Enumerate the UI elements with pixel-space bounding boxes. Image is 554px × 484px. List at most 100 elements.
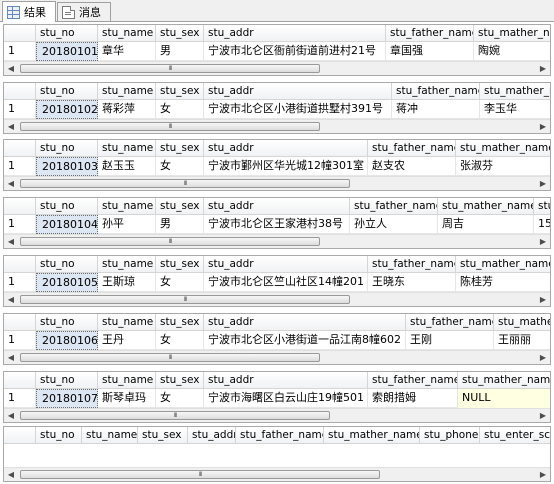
cell-stu-father-name[interactable]: 索朗措姆 bbox=[368, 389, 458, 408]
table-row[interactable]: 1 20180103 赵玉玉 女 宁波市鄞州区华光城12幢301室 赵支农 张淑… bbox=[4, 157, 550, 176]
cell-stu-no[interactable]: 20180102 bbox=[36, 100, 98, 119]
cell-stu-mather-name[interactable]: 李玉华 bbox=[480, 100, 550, 119]
cell-stu-no[interactable]: 20180105 bbox=[36, 273, 98, 292]
column-header[interactable]: stu_father_name bbox=[368, 140, 456, 157]
scroll-left-icon[interactable]: ◀ bbox=[4, 351, 18, 364]
cell-stu-addr[interactable]: 宁波市北仑区王家港村38号 bbox=[204, 215, 350, 234]
cell-stu-name[interactable]: 赵玉玉 bbox=[98, 157, 156, 176]
column-header[interactable]: stu_no bbox=[36, 372, 98, 389]
cell-stu-father-name[interactable]: 蒋冲 bbox=[392, 100, 480, 119]
scroll-right-icon[interactable]: ▶ bbox=[536, 293, 550, 306]
column-header[interactable]: stu_name bbox=[98, 198, 156, 215]
cell-stu-sex[interactable]: 女 bbox=[156, 157, 204, 176]
horizontal-scrollbar[interactable]: ◀ III ▶ bbox=[4, 234, 550, 248]
scroll-thumb[interactable]: III bbox=[20, 179, 350, 188]
cell-stu-mather-name[interactable]: 王丽丽 bbox=[494, 331, 550, 350]
column-header[interactable]: stu_enter_score bbox=[480, 427, 550, 444]
column-header[interactable]: stu_sex bbox=[156, 25, 204, 42]
column-header[interactable]: stu_mather_name bbox=[458, 372, 550, 389]
cell-stu-father-name[interactable]: 章国强 bbox=[386, 42, 474, 61]
column-header[interactable]: stu_addr bbox=[188, 427, 236, 444]
column-header[interactable]: stu_mather_name bbox=[324, 427, 420, 444]
cell-stu-mather-name[interactable]: 周吉 bbox=[438, 215, 534, 234]
scroll-left-icon[interactable]: ◀ bbox=[4, 293, 18, 306]
column-header[interactable]: stu_no bbox=[36, 314, 98, 331]
cell-stu-addr[interactable]: 宁波市北仑区小港街道拱墅村391号 bbox=[204, 100, 392, 119]
column-header[interactable]: stu_name bbox=[98, 140, 156, 157]
column-header[interactable]: stu_father_name bbox=[406, 314, 494, 331]
scroll-left-icon[interactable]: ◀ bbox=[4, 62, 18, 75]
result-grid-1[interactable]: stu_no stu_name stu_sex stu_addr stu_fat… bbox=[3, 24, 551, 76]
column-header[interactable]: stu_father_name bbox=[386, 25, 474, 42]
column-header[interactable]: stu_name bbox=[98, 83, 156, 100]
cell-stu-mather-name-null[interactable]: NULL bbox=[458, 389, 550, 408]
tab-results[interactable]: 结果 bbox=[2, 1, 56, 22]
column-header[interactable]: stu_father_name bbox=[368, 372, 458, 389]
scroll-right-icon[interactable]: ▶ bbox=[536, 468, 550, 481]
scroll-left-icon[interactable]: ◀ bbox=[4, 120, 18, 133]
cell-stu-sex[interactable]: 女 bbox=[156, 100, 204, 119]
column-header[interactable]: stu_sex bbox=[156, 256, 204, 273]
column-header[interactable]: stu_addr bbox=[204, 25, 386, 42]
column-header[interactable]: stu_addr bbox=[204, 256, 368, 273]
column-header[interactable]: stu_sex bbox=[156, 372, 204, 389]
result-grid-2[interactable]: stu_no stu_name stu_sex stu_addr stu_fat… bbox=[3, 82, 551, 134]
column-header[interactable]: stu_no bbox=[36, 198, 98, 215]
column-header[interactable]: stu_mather_name bbox=[456, 140, 550, 157]
horizontal-scrollbar[interactable]: ◀ III ▶ bbox=[4, 292, 550, 306]
horizontal-scrollbar[interactable]: ◀ III ▶ bbox=[4, 61, 550, 75]
column-header[interactable]: stu_no bbox=[36, 25, 98, 42]
cell-stu-mather-name[interactable]: 张淑芬 bbox=[456, 157, 550, 176]
column-header[interactable]: stu_name bbox=[98, 314, 156, 331]
cell-stu-sex[interactable]: 男 bbox=[156, 215, 204, 234]
cell-stu-no[interactable]: 20180106 bbox=[36, 331, 98, 350]
table-row[interactable]: 1 20180104 孙平 男 宁波市北仑区王家港村38号 孙立人 周吉 15 bbox=[4, 215, 550, 234]
column-header[interactable]: stu_sex bbox=[156, 140, 204, 157]
column-header[interactable]: stu_father_name bbox=[392, 83, 480, 100]
cell-stu-no[interactable]: 20180107 bbox=[36, 389, 98, 408]
column-header[interactable]: stu_no bbox=[36, 256, 98, 273]
scroll-right-icon[interactable]: ▶ bbox=[536, 120, 550, 133]
column-header[interactable]: stu bbox=[534, 198, 550, 215]
result-grid-4[interactable]: stu_no stu_name stu_sex stu_addr stu_fat… bbox=[3, 197, 551, 249]
scroll-left-icon[interactable]: ◀ bbox=[4, 235, 18, 248]
scroll-right-icon[interactable]: ▶ bbox=[536, 235, 550, 248]
column-header[interactable]: stu_no bbox=[36, 83, 98, 100]
table-row[interactable]: 1 20180106 王丹 女 宁波市北仑区小港街道一品江南8幢602 王刚 王… bbox=[4, 331, 550, 350]
cell-stu-addr[interactable]: 宁波市海曙区白云山庄19幢501 bbox=[204, 389, 368, 408]
column-header[interactable]: stu_father_name bbox=[236, 427, 324, 444]
cell-stu-father-name[interactable]: 孙立人 bbox=[350, 215, 438, 234]
cell-stu-name[interactable]: 孙平 bbox=[98, 215, 156, 234]
column-header[interactable]: stu_phone bbox=[420, 427, 480, 444]
scroll-right-icon[interactable]: ▶ bbox=[536, 177, 550, 190]
scroll-left-icon[interactable]: ◀ bbox=[4, 177, 18, 190]
table-row[interactable]: 1 20180102 蒋彩萍 女 宁波市北仑区小港街道拱墅村391号 蒋冲 李玉… bbox=[4, 100, 550, 119]
horizontal-scrollbar[interactable]: ◀ III ▶ bbox=[4, 467, 550, 481]
table-row[interactable]: 1 20180107 斯琴卓玛 女 宁波市海曙区白云山庄19幢501 索朗措姆 … bbox=[4, 389, 550, 408]
result-grid-empty[interactable]: stu_no stu_name stu_sex stu_addr stu_fat… bbox=[3, 426, 551, 482]
scroll-thumb[interactable]: III bbox=[20, 295, 350, 304]
horizontal-scrollbar[interactable]: ◀ III ▶ bbox=[4, 408, 550, 422]
column-header[interactable]: stu_sex bbox=[138, 427, 188, 444]
cell-stu-addr[interactable]: 宁波市北仑区竺山社区14幢201 bbox=[204, 273, 368, 292]
result-grid-5[interactable]: stu_no stu_name stu_sex stu_addr stu_fat… bbox=[3, 255, 551, 307]
scroll-thumb[interactable]: III bbox=[20, 64, 320, 73]
scroll-thumb[interactable]: III bbox=[20, 237, 320, 246]
cell-stu-addr[interactable]: 宁波市北仑区衙前街道前进村21号 bbox=[204, 42, 386, 61]
cell-stu-sex[interactable]: 女 bbox=[156, 331, 204, 350]
cell-stu-father-name[interactable]: 赵支农 bbox=[368, 157, 456, 176]
scroll-thumb[interactable]: III bbox=[20, 470, 380, 479]
cell-stu-mather-name[interactable]: 陈桂芳 bbox=[456, 273, 550, 292]
result-grid-3[interactable]: stu_no stu_name stu_sex stu_addr stu_fat… bbox=[3, 139, 551, 191]
result-grid-6[interactable]: stu_no stu_name stu_sex stu_addr stu_fat… bbox=[3, 313, 551, 365]
cell-extra[interactable]: 15 bbox=[534, 215, 550, 234]
column-header[interactable]: stu_mather bbox=[494, 314, 550, 331]
horizontal-scrollbar[interactable]: ◀ III ▶ bbox=[4, 350, 550, 364]
column-header[interactable]: stu_sex bbox=[156, 314, 204, 331]
cell-stu-name[interactable]: 王斯琼 bbox=[98, 273, 156, 292]
column-header[interactable]: stu_mather_name bbox=[480, 83, 550, 100]
cell-stu-name[interactable]: 蒋彩萍 bbox=[98, 100, 156, 119]
cell-stu-father-name[interactable]: 王晓东 bbox=[368, 273, 456, 292]
column-header[interactable]: stu_name bbox=[98, 256, 156, 273]
column-header[interactable]: stu_no bbox=[36, 140, 98, 157]
